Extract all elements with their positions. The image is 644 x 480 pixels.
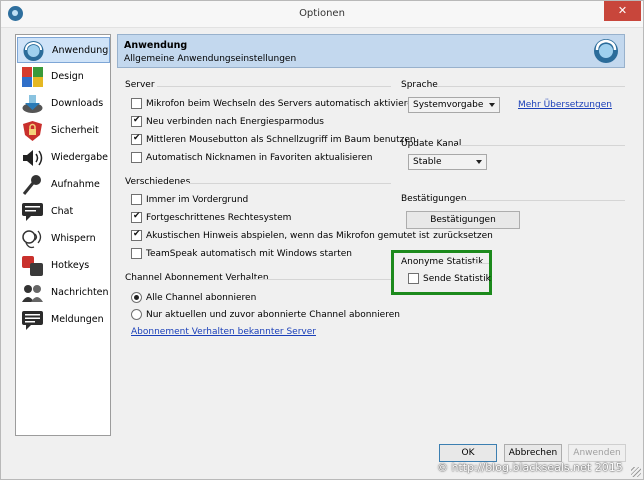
copyright-watermark: © http://blog.blackseals.net 2015 — [437, 461, 623, 474]
advanced-permissions-label: Fortgeschrittenes Rechtesystem — [146, 213, 292, 223]
teamspeak-icon — [23, 41, 44, 61]
channel-sub-group-label: Channel Abonnement Verhalten — [125, 273, 269, 283]
sidebar-item-label: Hotkeys — [51, 260, 90, 271]
update-channel-group-divider — [457, 145, 625, 146]
hotkeys-icon — [22, 256, 43, 276]
sidebar-item-design[interactable]: Design — [17, 64, 110, 90]
more-translations-link[interactable]: Mehr Übersetzungen — [518, 100, 612, 110]
sidebar-item-wiedergabe[interactable]: Wiedergabe — [17, 145, 110, 171]
sidebar: Anwendung Design Downloads Sicherheit Wi… — [15, 34, 111, 436]
mute-sound-label: Akustischen Hinweis abspielen, wenn das … — [146, 231, 430, 241]
shield-lock-icon — [23, 121, 42, 141]
reset-confirmations-button[interactable]: Bestätigungen zurücksetzen — [406, 211, 520, 241]
sidebar-item-chat[interactable]: Chat — [17, 199, 110, 225]
update-channel-select-value: Stable — [413, 157, 442, 167]
server-group-divider — [157, 86, 391, 87]
language-select-value: Systemvorgabe — [413, 100, 484, 110]
autostart-label: TeamSpeak automatisch mit Windows starte… — [146, 249, 353, 259]
whisper-icon — [22, 230, 42, 249]
window-title: Optionen — [299, 8, 345, 19]
sidebar-item-label: Design — [51, 71, 84, 82]
sidebar-item-aufnahme[interactable]: Aufnahme — [17, 172, 110, 198]
design-palette-icon — [22, 67, 43, 87]
downloads-icon — [22, 95, 43, 113]
stats-group-divider — [473, 263, 489, 264]
sidebar-item-hotkeys[interactable]: Hotkeys — [17, 253, 110, 279]
auto-nickname-label: Automatisch Nicknamen in Favoriten aktua… — [146, 153, 373, 163]
mic-auto-activate-checkbox[interactable] — [131, 98, 142, 109]
mic-auto-activate-label: Mikrofon beim Wechseln des Servers autom… — [146, 99, 419, 109]
sidebar-item-label: Chat — [51, 206, 74, 217]
subscribe-all-label: Alle Channel abonnieren — [146, 293, 257, 303]
teamspeak-logo-icon — [594, 39, 618, 63]
misc-group-label: Verschiedenes — [125, 177, 191, 187]
sidebar-item-meldungen[interactable]: Meldungen — [17, 307, 110, 333]
options-window: Optionen ✕ Anwendung Design Downloads Si… — [0, 0, 644, 480]
subscription-behavior-link[interactable]: Abonnement Verhalten bekannter Server — [131, 327, 316, 337]
sidebar-item-label: Whispern — [51, 233, 96, 244]
always-on-top-checkbox[interactable] — [131, 194, 142, 205]
sidebar-item-nachrichten[interactable]: Nachrichten — [17, 280, 110, 306]
confirm-group-label: Bestätigungen — [401, 194, 467, 204]
section-subtitle: Allgemeine Anwendungseinstellungen — [124, 54, 297, 64]
sidebar-item-label: Sicherheit — [51, 125, 99, 136]
chevron-down-icon — [476, 160, 482, 164]
sidebar-item-label: Meldungen — [51, 314, 104, 325]
stats-group-label: Anonyme Statistik — [401, 257, 484, 267]
messages-icon — [22, 285, 43, 302]
advanced-permissions-checkbox[interactable] — [131, 211, 142, 223]
send-stats-checkbox[interactable] — [408, 273, 419, 284]
middle-mouse-checkbox[interactable] — [131, 133, 142, 145]
middle-mouse-label: Mittleren Mousebutton als Schnellzugriff… — [146, 135, 416, 145]
microphone-icon — [22, 175, 41, 195]
autostart-checkbox[interactable] — [131, 248, 142, 259]
sidebar-item-anwendung[interactable]: Anwendung — [17, 37, 110, 63]
chevron-down-icon — [489, 103, 495, 107]
sidebar-item-label: Nachrichten — [51, 287, 109, 298]
sidebar-item-downloads[interactable]: Downloads — [17, 91, 110, 117]
speaker-icon — [23, 150, 43, 166]
language-group-label: Sprache — [401, 80, 438, 90]
auto-nickname-checkbox[interactable] — [131, 152, 142, 163]
subscribe-current-label: Nur aktuellen und zuvor abonnierte Chann… — [146, 310, 400, 320]
sidebar-item-label: Aufnahme — [51, 179, 100, 190]
confirm-group-divider — [459, 200, 625, 201]
update-channel-group-label: Update Kanal — [401, 139, 462, 149]
sidebar-item-label: Downloads — [51, 98, 104, 109]
sidebar-item-whispern[interactable]: Whispern — [17, 226, 110, 252]
cancel-button[interactable]: Abbrechen — [504, 444, 562, 462]
always-on-top-label: Immer im Vordergrund — [146, 195, 249, 205]
ok-button[interactable]: OK — [439, 444, 497, 462]
title-bar: Optionen ✕ — [1, 1, 643, 28]
misc-group-divider — [183, 183, 391, 184]
reconnect-energy-checkbox[interactable] — [131, 115, 142, 127]
subscribe-all-radio[interactable] — [131, 292, 142, 303]
sidebar-item-sicherheit[interactable]: Sicherheit — [17, 118, 110, 144]
chat-icon — [22, 203, 43, 221]
section-title: Anwendung — [124, 40, 188, 51]
channel-sub-group-divider — [249, 279, 391, 280]
mute-sound-checkbox[interactable] — [131, 229, 142, 241]
language-select[interactable]: Systemvorgabe — [408, 97, 500, 113]
language-group-divider — [437, 86, 625, 87]
notifications-icon — [22, 311, 43, 330]
send-stats-label: Sende Statistik — [423, 274, 491, 284]
update-channel-select[interactable]: Stable — [408, 154, 487, 170]
close-button[interactable]: ✕ — [604, 1, 641, 21]
subscribe-current-radio[interactable] — [131, 309, 142, 320]
section-header: Anwendung Allgemeine Anwendungseinstellu… — [117, 34, 625, 68]
apply-button[interactable]: Anwenden — [568, 444, 626, 462]
server-group-label: Server — [125, 80, 155, 90]
sidebar-item-label: Wiedergabe — [51, 152, 109, 163]
sidebar-item-label: Anwendung — [52, 45, 109, 56]
reconnect-energy-label: Neu verbinden nach Energiesparmodus — [146, 117, 324, 127]
resize-grip[interactable] — [631, 467, 641, 477]
